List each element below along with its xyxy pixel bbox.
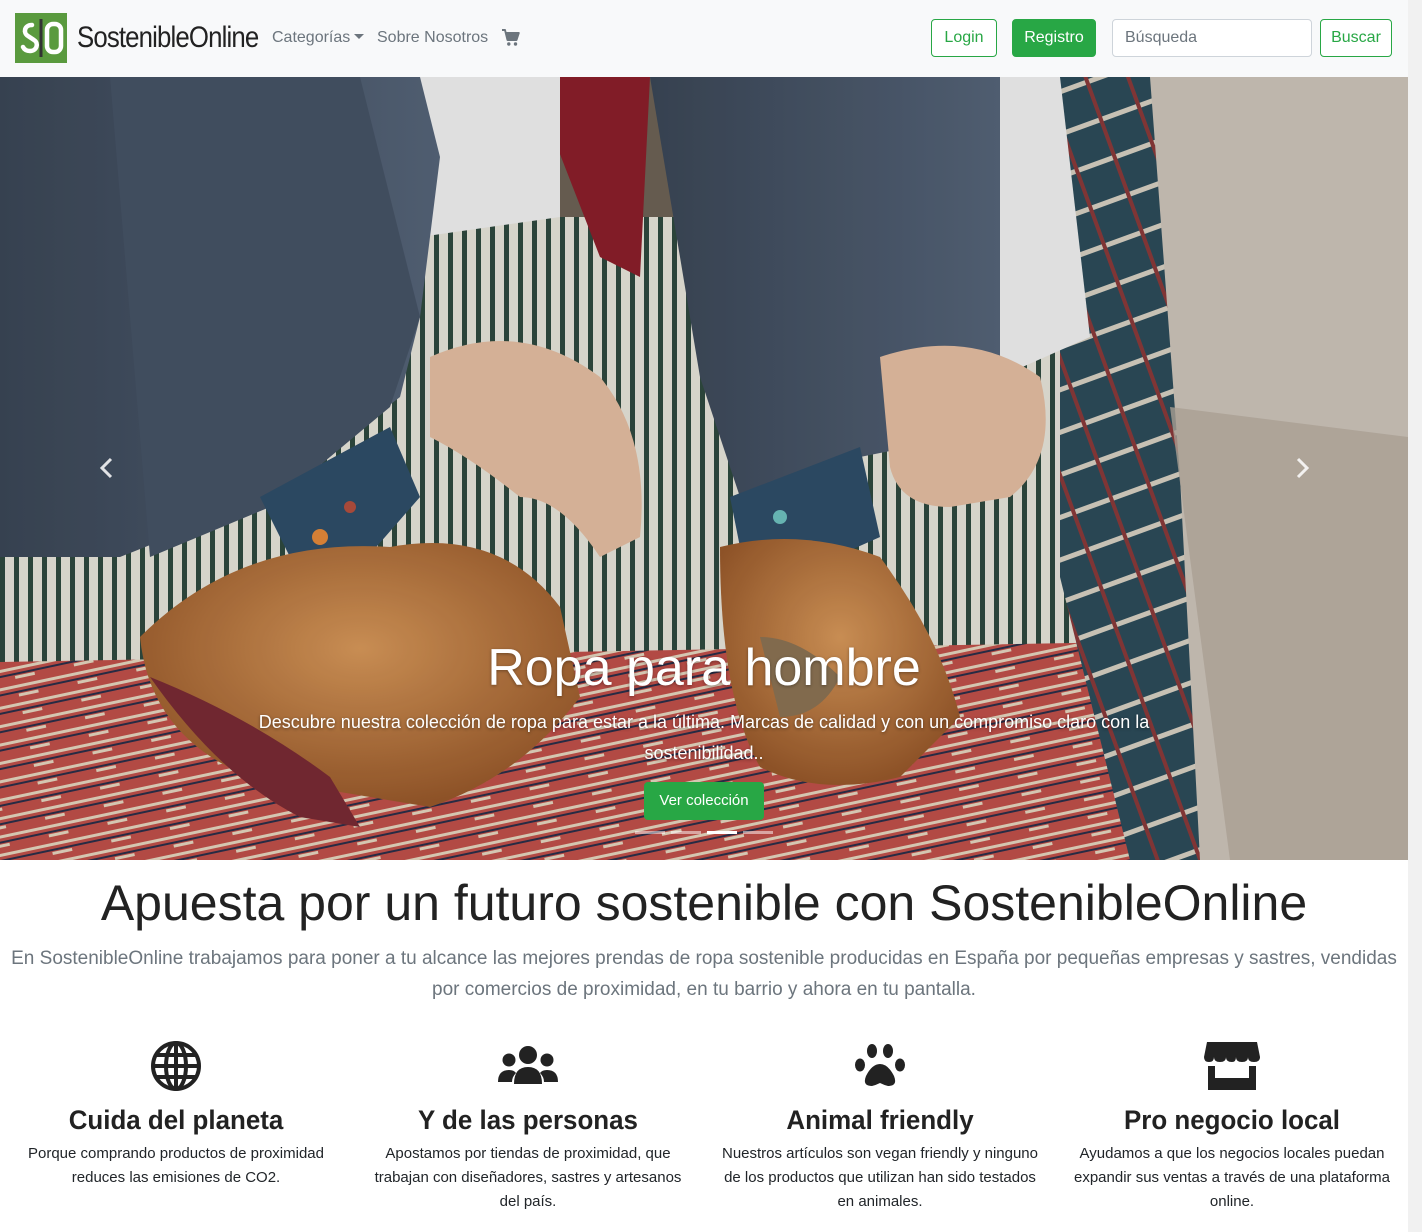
- nav-categories-label: Categorías: [272, 29, 351, 46]
- feature-title: Cuida del planeta: [68, 1105, 284, 1135]
- view-collection-button[interactable]: Ver colección: [644, 782, 764, 820]
- paw-icon: [855, 1044, 905, 1086]
- store-icon: [1204, 1042, 1260, 1090]
- carousel-indicator-1[interactable]: [635, 831, 665, 834]
- feature-planet: Cuida del planeta Porque comprando produ…: [6, 1040, 346, 1190]
- search-button[interactable]: Buscar: [1320, 19, 1392, 57]
- carousel-description: Descubre nuestra colección de ropa para …: [258, 712, 1150, 763]
- brand-name[interactable]: SostenibleOnline: [77, 16, 259, 60]
- globe-icon: [151, 1041, 201, 1091]
- feature-title: Pro negocio local: [1123, 1105, 1341, 1135]
- caret-down-icon: [354, 34, 365, 39]
- register-button[interactable]: Registro: [1012, 19, 1096, 57]
- chevron-left-icon[interactable]: [97, 457, 117, 479]
- feature-local-business: Pro negocio local Ayudamos a que los neg…: [1062, 1040, 1402, 1214]
- carousel-indicator-3[interactable]: [707, 831, 737, 834]
- carousel-indicator-2[interactable]: [671, 831, 701, 834]
- logo[interactable]: [15, 13, 67, 63]
- feature-text: Nuestros artículos son vegan friendly y …: [721, 1145, 1038, 1210]
- feature-people: Y de las personas Apostamos por tiendas …: [358, 1040, 698, 1214]
- feature-text: Porque comprando productos de proximidad…: [27, 1145, 324, 1186]
- page-headline: Apuesta por un futuro sostenible con Sos…: [100, 875, 1308, 931]
- scrollbar[interactable]: [1408, 0, 1422, 1232]
- users-icon: [498, 1046, 558, 1084]
- hero-carousel: Ropa para hombre Descubre nuestra colecc…: [0, 77, 1408, 860]
- chevron-right-icon[interactable]: [1292, 457, 1312, 479]
- carousel-title: Ropa para hombre: [487, 639, 921, 697]
- feature-text: Ayudamos a que los negocios locales pued…: [1073, 1145, 1391, 1210]
- nav-categories-dropdown[interactable]: Categorías: [272, 28, 365, 48]
- navbar: SostenibleOnline Categorías Sobre Nosotr…: [0, 0, 1422, 77]
- nav-about-link[interactable]: Sobre Nosotros: [377, 28, 488, 48]
- feature-title: Y de las personas: [418, 1105, 638, 1135]
- intro-lead: En SostenibleOnline trabajamos para pone…: [11, 948, 1397, 1000]
- shopping-cart-icon[interactable]: [502, 29, 520, 47]
- feature-text: Apostamos por tiendas de proximidad, que…: [374, 1145, 682, 1210]
- login-button[interactable]: Login: [931, 19, 997, 57]
- search-input[interactable]: [1112, 19, 1312, 57]
- feature-animal: Animal friendly Nuestros artículos son v…: [710, 1040, 1050, 1214]
- feature-title: Animal friendly: [786, 1105, 974, 1135]
- carousel-indicator-4[interactable]: [743, 831, 773, 834]
